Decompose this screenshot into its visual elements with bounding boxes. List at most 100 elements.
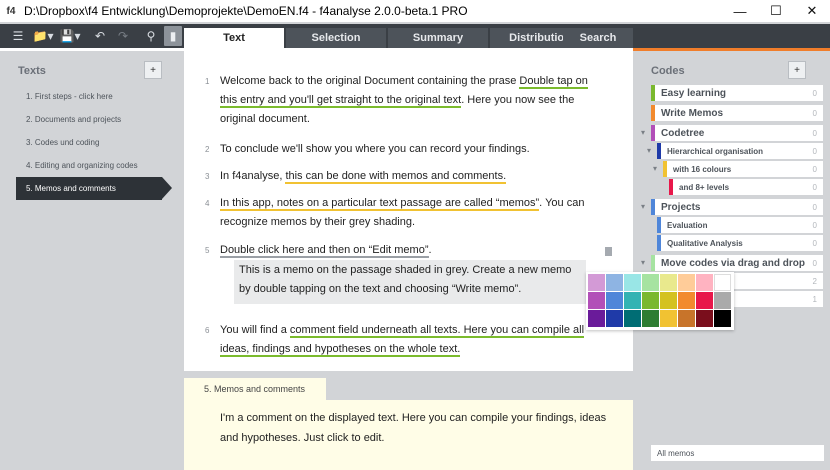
code-item[interactable]: Evaluation 0 bbox=[657, 217, 823, 233]
code-item[interactable]: Qualitative Analysis 0 bbox=[657, 235, 823, 251]
minimize-icon[interactable]: — bbox=[722, 0, 758, 22]
folder-icon[interactable]: 📁▾ bbox=[31, 26, 55, 46]
color-swatch[interactable] bbox=[678, 310, 695, 327]
color-swatch[interactable] bbox=[606, 274, 623, 291]
paragraph-6[interactable]: You will find a comment field underneath… bbox=[220, 321, 590, 359]
memo-bookmark-icon[interactable] bbox=[605, 247, 612, 256]
code-count: 0 bbox=[812, 258, 817, 268]
color-swatch[interactable] bbox=[606, 310, 623, 327]
line-number: 2 bbox=[205, 145, 210, 154]
code-count: 0 bbox=[812, 164, 817, 174]
app-window: f4 D:\Dropbox\f4 Entwicklung\Demoprojekt… bbox=[0, 0, 830, 470]
coded-segment[interactable]: In this app, notes on a particular text … bbox=[220, 197, 540, 211]
tab-text[interactable]: Text bbox=[184, 28, 284, 48]
code-item[interactable]: Move codes via drag and drop 0 bbox=[651, 255, 823, 271]
expand-caret-icon[interactable]: ▾ bbox=[641, 128, 645, 137]
text-item-documents[interactable]: 2. Documents and projects bbox=[16, 108, 184, 131]
code-color-bar bbox=[651, 125, 655, 141]
code-item[interactable]: and 8+ levels 0 bbox=[669, 179, 823, 195]
line-number: 4 bbox=[205, 199, 210, 208]
memo-anchor[interactable]: Double click here and then on “Edit memo… bbox=[220, 244, 429, 258]
code-color-bar bbox=[651, 105, 655, 121]
color-swatch[interactable] bbox=[588, 274, 605, 291]
color-swatch[interactable] bbox=[714, 310, 731, 327]
code-item[interactable]: Hierarchical organisation 0 bbox=[657, 143, 823, 159]
expand-caret-icon[interactable]: ▾ bbox=[653, 164, 657, 173]
add-code-button[interactable]: + bbox=[788, 61, 806, 79]
code-count: 0 bbox=[812, 202, 817, 212]
tab-selection[interactable]: Selection bbox=[286, 28, 386, 48]
paragraph-3[interactable]: In f4analyse, this can be done with memo… bbox=[220, 167, 590, 186]
color-swatch[interactable] bbox=[696, 310, 713, 327]
bookmark-icon[interactable]: ▮ bbox=[164, 26, 182, 46]
color-swatch[interactable] bbox=[660, 310, 677, 327]
undo-icon[interactable]: ↶ bbox=[90, 26, 110, 46]
paragraph-text: To conclude we'll show you where you can… bbox=[220, 143, 530, 155]
save-icon[interactable]: 💾▾ bbox=[58, 26, 82, 46]
expand-caret-icon[interactable]: ▾ bbox=[641, 258, 645, 267]
color-swatch[interactable] bbox=[642, 310, 659, 327]
comment-text[interactable]: I'm a comment on the displayed text. Her… bbox=[220, 408, 610, 448]
color-swatch[interactable] bbox=[642, 292, 659, 309]
paragraph-2[interactable]: To conclude we'll show you where you can… bbox=[220, 140, 590, 159]
code-item[interactable]: Codetree 0 bbox=[651, 125, 823, 141]
code-item[interactable]: with 16 colours 0 bbox=[663, 161, 823, 177]
color-swatch[interactable] bbox=[624, 292, 641, 309]
add-text-button[interactable]: + bbox=[144, 61, 162, 79]
comment-field[interactable]: I'm a comment on the displayed text. Her… bbox=[184, 400, 633, 470]
code-color-bar bbox=[663, 161, 667, 177]
line-number: 3 bbox=[205, 172, 210, 181]
code-count: 0 bbox=[812, 108, 817, 118]
search-icon[interactable]: ⚲ bbox=[141, 26, 161, 46]
code-count: 1 bbox=[812, 294, 817, 304]
code-label: and 8+ levels bbox=[679, 182, 730, 192]
color-swatch[interactable] bbox=[714, 274, 731, 291]
paragraph-text: . bbox=[428, 244, 432, 256]
color-swatch[interactable] bbox=[678, 274, 695, 291]
document-view[interactable]: 1 Welcome back to the original Document … bbox=[184, 48, 633, 371]
tab-summary[interactable]: Summary bbox=[388, 28, 488, 48]
coded-segment[interactable]: this can be done with memos and comments… bbox=[285, 170, 507, 184]
text-item-memos[interactable]: 5. Memos and comments bbox=[16, 177, 172, 200]
memo-box[interactable]: This is a memo on the passage shaded in … bbox=[234, 260, 586, 304]
color-swatch[interactable] bbox=[588, 310, 605, 327]
color-swatch[interactable] bbox=[714, 292, 731, 309]
tab-search[interactable]: Search bbox=[563, 28, 633, 48]
color-swatch[interactable] bbox=[678, 292, 695, 309]
code-count: 0 bbox=[812, 220, 817, 230]
color-swatch[interactable] bbox=[660, 292, 677, 309]
code-item[interactable]: Write Memos 0 bbox=[651, 105, 823, 121]
expand-caret-icon[interactable]: ▾ bbox=[647, 146, 651, 155]
view-tabs: Text Selection Summary Distribution bbox=[184, 24, 592, 48]
menu-icon[interactable]: ☰ bbox=[8, 26, 28, 46]
color-swatch[interactable] bbox=[606, 292, 623, 309]
paragraph-5[interactable]: Double click here and then on “Edit memo… bbox=[220, 241, 590, 260]
code-item[interactable]: Easy learning 0 bbox=[651, 85, 823, 101]
code-count: 2 bbox=[812, 276, 817, 286]
code-item[interactable]: Projects 0 bbox=[651, 199, 823, 215]
text-item-codes[interactable]: 3. Codes und coding bbox=[16, 131, 184, 154]
redo-icon[interactable]: ↷ bbox=[113, 26, 133, 46]
paragraph-4[interactable]: In this app, notes on a particular text … bbox=[220, 194, 590, 232]
code-color-bar bbox=[657, 143, 661, 159]
maximize-icon[interactable]: ☐ bbox=[758, 0, 794, 22]
color-swatch[interactable] bbox=[660, 274, 677, 291]
color-swatch[interactable] bbox=[696, 292, 713, 309]
color-swatch[interactable] bbox=[696, 274, 713, 291]
expand-caret-icon[interactable]: ▾ bbox=[641, 202, 645, 211]
all-memos-filter[interactable]: All memos bbox=[651, 445, 824, 461]
text-item-first-steps[interactable]: 1. First steps - click here bbox=[16, 85, 184, 108]
code-label: Hierarchical organisation bbox=[667, 146, 764, 156]
color-swatch[interactable] bbox=[624, 310, 641, 327]
code-label: Write Memos bbox=[661, 107, 724, 119]
color-swatch[interactable] bbox=[642, 274, 659, 291]
paragraph-text: Welcome back to the original Document co… bbox=[220, 75, 520, 87]
color-swatch[interactable] bbox=[588, 292, 605, 309]
code-count: 0 bbox=[812, 128, 817, 138]
color-swatch[interactable] bbox=[624, 274, 641, 291]
close-icon[interactable]: ✕ bbox=[794, 0, 830, 22]
code-color-bar bbox=[669, 179, 673, 195]
paragraph-1[interactable]: Welcome back to the original Document co… bbox=[220, 72, 590, 129]
text-item-editing[interactable]: 4. Editing and organizing codes bbox=[16, 154, 184, 177]
texts-panel-title: Texts bbox=[18, 65, 46, 77]
